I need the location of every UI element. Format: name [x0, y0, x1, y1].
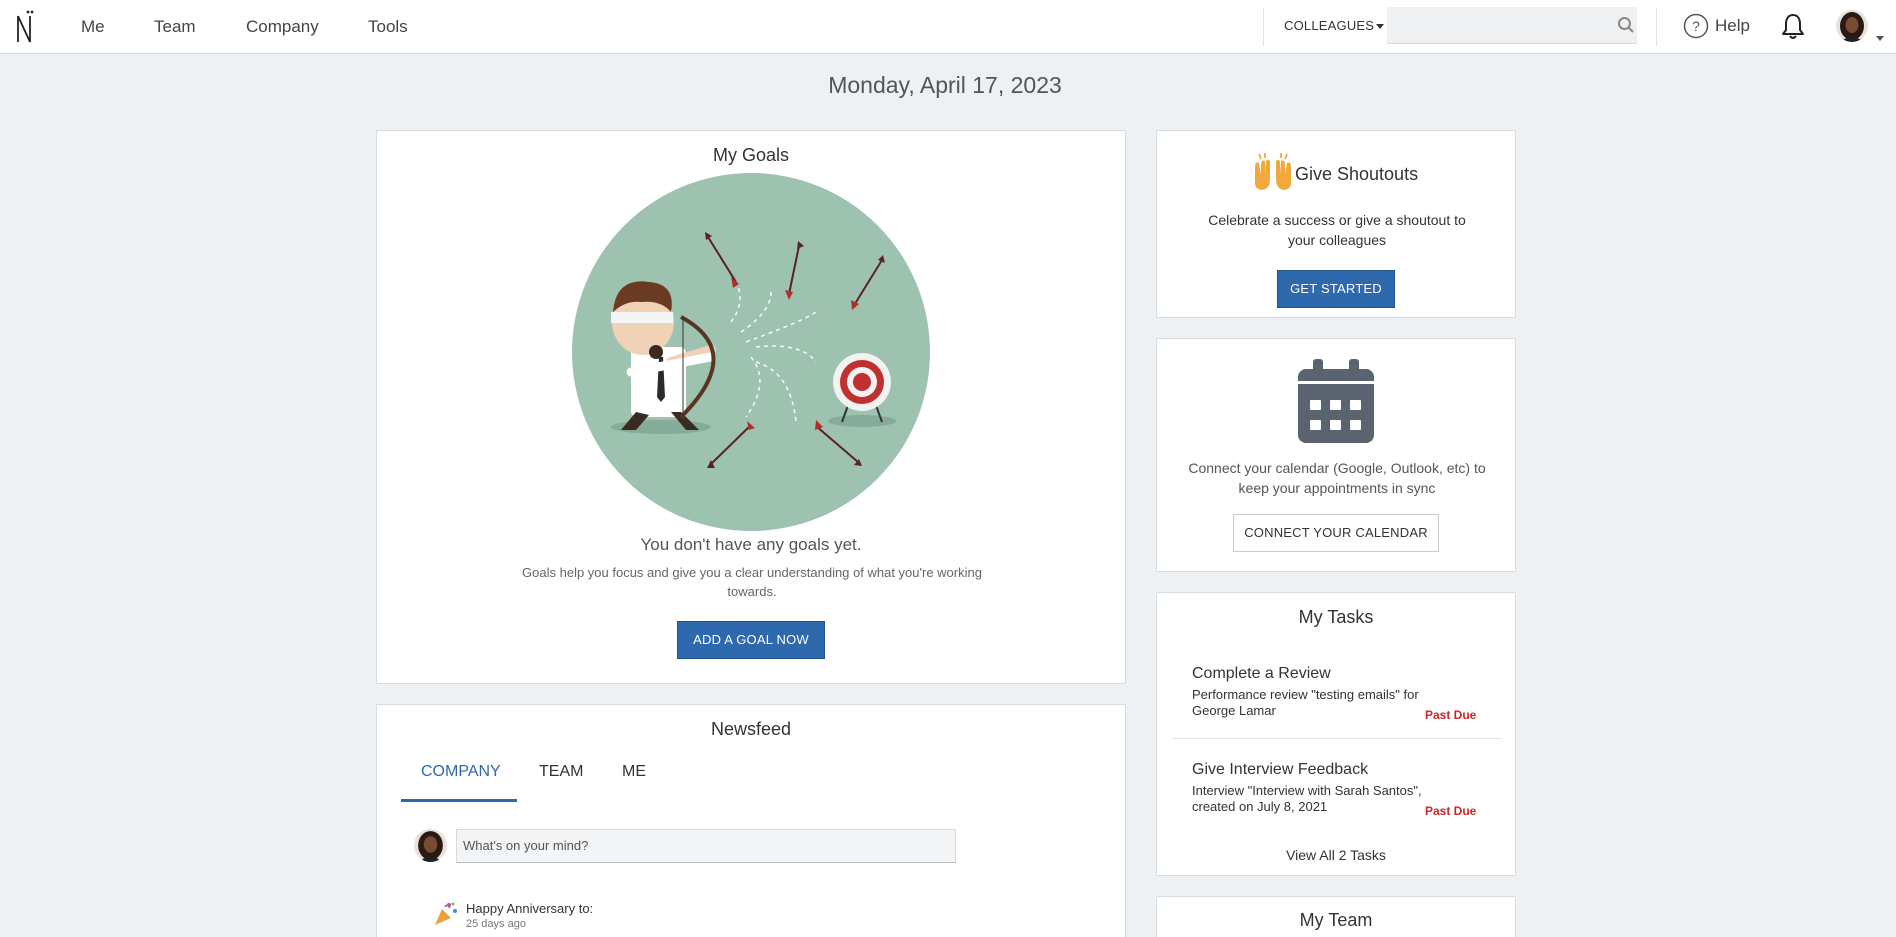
connect-calendar-button[interactable]: CONNECT YOUR CALENDAR: [1233, 514, 1439, 552]
raised-hands-icon: [1254, 153, 1292, 190]
party-popper-icon: [435, 902, 457, 925]
task-desc: Performance review "testing emails" for …: [1192, 687, 1419, 718]
tasks-card: My Tasks Complete a Review Performance r…: [1156, 592, 1516, 876]
post-time: 25 days ago: [466, 918, 526, 930]
active-tab-indicator: [401, 799, 517, 802]
tab-me[interactable]: ME: [622, 763, 646, 795]
colleagues-label: COLLEAGUES: [1284, 18, 1375, 33]
shoutouts-title: Give Shoutouts: [1295, 164, 1419, 184]
status-badge: Past Due: [1425, 804, 1477, 818]
chevron-down-icon[interactable]: [1876, 36, 1884, 41]
add-goal-button[interactable]: ADD A GOAL NOW: [677, 621, 825, 659]
task-title: Give Interview Feedback: [1192, 761, 1369, 778]
archer-illustration: [572, 173, 930, 531]
goals-empty-text: Goals help you focus and give you a clea…: [522, 565, 982, 599]
calendar-card: Connect your calendar (Google, Outlook, …: [1156, 338, 1516, 572]
shoutouts-card: Give Shoutouts Celebrate a success or gi…: [1156, 130, 1516, 318]
nav-company[interactable]: Company: [246, 17, 319, 37]
search-icon[interactable]: [1617, 16, 1635, 34]
post-title: Happy Anniversary to:: [466, 901, 594, 916]
help-icon[interactable]: ?: [1683, 13, 1709, 39]
divider: [1172, 738, 1502, 739]
notification-bell-icon[interactable]: [1780, 12, 1806, 40]
tab-team[interactable]: TEAM: [539, 763, 583, 795]
post-input-placeholder: What's on your mind?: [463, 838, 589, 853]
top-navbar: Me Team Company Tools COLLEAGUES ? Help: [0, 0, 1896, 54]
post-input[interactable]: What's on your mind?: [456, 829, 956, 863]
colleagues-dropdown[interactable]: COLLEAGUES: [1284, 18, 1385, 33]
get-started-button[interactable]: GET STARTED: [1277, 270, 1395, 308]
svg-text:?: ?: [1692, 18, 1700, 34]
nav-team[interactable]: Team: [154, 17, 196, 37]
chevron-down-icon: [1376, 24, 1385, 30]
team-card: My Team: [1156, 896, 1516, 937]
search-input[interactable]: [1387, 7, 1637, 44]
current-date: Monday, April 17, 2023: [828, 72, 1062, 98]
newsfeed-card: Newsfeed COMPANY TEAM ME What's on your …: [376, 704, 1126, 937]
calendar-icon: [1298, 359, 1374, 443]
team-title: My Team: [1299, 910, 1373, 930]
avatar: [414, 829, 447, 862]
goals-title: My Goals: [712, 145, 790, 165]
app-logo[interactable]: [14, 8, 36, 44]
status-badge: Past Due: [1425, 708, 1477, 722]
calendar-text: Connect your calendar (Google, Outlook, …: [1188, 460, 1486, 496]
task-desc: Interview "Interview with Sarah Santos",…: [1192, 783, 1422, 814]
divider: [1263, 8, 1264, 46]
tab-company[interactable]: COMPANY: [421, 763, 501, 795]
divider: [1656, 8, 1657, 46]
view-all-tasks-link[interactable]: View All 2 Tasks: [1157, 847, 1515, 863]
nav-me[interactable]: Me: [81, 17, 105, 37]
shoutouts-text: Celebrate a success or give a shoutout t…: [1208, 212, 1466, 248]
goals-empty-heading: You don't have any goals yet.: [640, 535, 862, 554]
goals-card: My Goals You don't have any goals yet. G…: [376, 130, 1126, 684]
task-title: Complete a Review: [1192, 665, 1331, 682]
user-avatar[interactable]: [1836, 10, 1868, 42]
tasks-title: My Tasks: [1298, 607, 1374, 627]
help-link[interactable]: Help: [1715, 16, 1750, 36]
newsfeed-title: Newsfeed: [710, 719, 792, 739]
nav-tools[interactable]: Tools: [368, 17, 408, 37]
